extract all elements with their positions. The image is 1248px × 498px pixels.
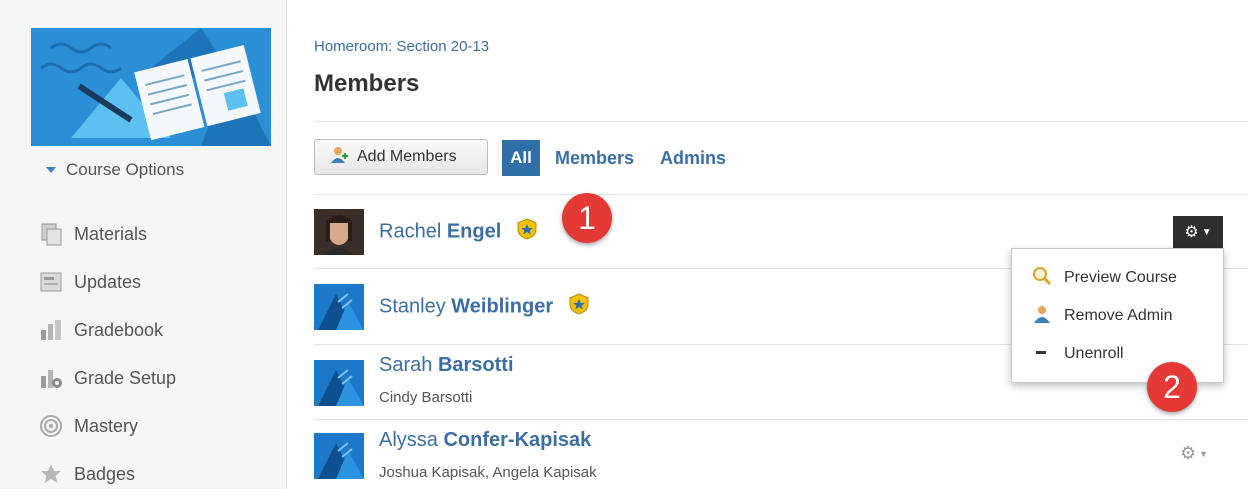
- sidebar-item-label: Mastery: [74, 415, 139, 436]
- sidebar-item-badges[interactable]: Badges: [38, 450, 176, 498]
- mastery-icon: [38, 413, 64, 439]
- grade-setup-icon: [38, 365, 64, 391]
- avatar: [314, 433, 364, 479]
- row-actions-button[interactable]: ⚙ ▼: [1180, 443, 1208, 464]
- member-name[interactable]: Alyssa Confer-Kapisak: [379, 429, 591, 452]
- parent-names[interactable]: Cindy Barsotti: [379, 389, 472, 406]
- admin-badge-icon: [517, 218, 537, 246]
- badges-icon: [38, 461, 64, 487]
- user-icon: [1032, 304, 1052, 329]
- magnifier-icon: [1032, 266, 1052, 291]
- member-last-name: Engel: [446, 220, 502, 243]
- tab-all[interactable]: All: [502, 140, 540, 176]
- menu-item-remove-admin[interactable]: Remove Admin: [1032, 304, 1173, 328]
- sidebar-item-label: Materials: [74, 223, 148, 244]
- member-name[interactable]: Sarah Barsotti: [379, 354, 514, 377]
- member-last-name: Barsotti: [437, 354, 514, 376]
- sidebar-item-mastery[interactable]: Mastery: [38, 402, 176, 450]
- sidebar-item-label: Updates: [74, 271, 142, 292]
- admin-badge-icon: [569, 293, 589, 321]
- sidebar-item-label: Gradebook: [74, 319, 164, 340]
- caret-down-icon: ▼: [1201, 226, 1212, 238]
- gear-icon: ⚙: [1180, 443, 1197, 463]
- avatar: [314, 209, 364, 255]
- materials-icon: [38, 221, 64, 247]
- member-last-name: Confer-Kapisak: [443, 429, 592, 451]
- sidebar-item-updates[interactable]: Updates: [38, 258, 176, 306]
- parent-names[interactable]: Joshua Kapisak, Angela Kapisak: [379, 464, 597, 481]
- menu-item-label: Remove Admin: [1064, 307, 1173, 324]
- member-row: Alyssa Confer-Kapisak Joshua Kapisak, An…: [314, 425, 1248, 489]
- course-options-label: Course Options: [66, 160, 185, 179]
- sidebar-item-materials[interactable]: Materials: [38, 210, 176, 258]
- menu-item-unenroll[interactable]: Unenroll: [1032, 342, 1124, 366]
- minus-icon: [1032, 342, 1052, 367]
- member-first-name: Alyssa: [379, 429, 438, 451]
- callout-1: 1: [562, 193, 612, 243]
- sidebar-item-grade-setup[interactable]: Grade Setup: [38, 354, 176, 402]
- menu-item-label: Unenroll: [1064, 345, 1124, 362]
- caret-down-icon: ▼: [1199, 448, 1209, 459]
- member-first-name: Sarah: [379, 354, 433, 376]
- member-first-name: Stanley: [379, 295, 446, 318]
- row-actions-button[interactable]: ⚙ ▼: [1173, 216, 1223, 248]
- member-first-name: Rachel: [379, 220, 442, 243]
- tab-admins[interactable]: Admins: [660, 148, 726, 169]
- sidebar-item-label: Grade Setup: [74, 367, 177, 388]
- page-title: Members: [314, 70, 420, 97]
- sidebar-item-gradebook[interactable]: Gradebook: [38, 306, 176, 354]
- gradebook-icon: [38, 317, 64, 343]
- row-actions-menu: Preview Course Remove Admin Unenroll: [1011, 248, 1224, 383]
- divider: [314, 194, 1248, 195]
- add-members-label: Add Members: [357, 148, 457, 165]
- gear-icon: ⚙: [1184, 224, 1199, 241]
- member-last-name: Weiblinger: [451, 295, 554, 318]
- divider: [314, 419, 1248, 420]
- divider: [314, 121, 1248, 122]
- add-user-icon: [329, 145, 349, 170]
- course-options-toggle[interactable]: Course Options: [46, 160, 184, 180]
- callout-2: 2: [1147, 362, 1197, 412]
- breadcrumb[interactable]: Homeroom: Section 20-13: [314, 38, 489, 55]
- add-members-button[interactable]: Add Members: [314, 139, 488, 175]
- caret-down-icon: [46, 167, 56, 173]
- course-banner-image: [31, 28, 271, 146]
- menu-item-preview-course[interactable]: Preview Course: [1032, 266, 1177, 290]
- sidebar-nav: Materials Updates Gradebook Grade Setup …: [38, 210, 176, 498]
- member-name[interactable]: Stanley Weiblinger: [379, 293, 589, 321]
- avatar: [314, 360, 364, 406]
- updates-icon: [38, 269, 64, 295]
- menu-item-label: Preview Course: [1064, 269, 1177, 286]
- sidebar: Course Options Materials Updates Gradebo…: [0, 0, 287, 489]
- member-name[interactable]: Rachel Engel: [379, 218, 537, 246]
- avatar: [314, 284, 364, 330]
- sidebar-item-label: Badges: [74, 463, 136, 484]
- tab-members[interactable]: Members: [555, 148, 634, 169]
